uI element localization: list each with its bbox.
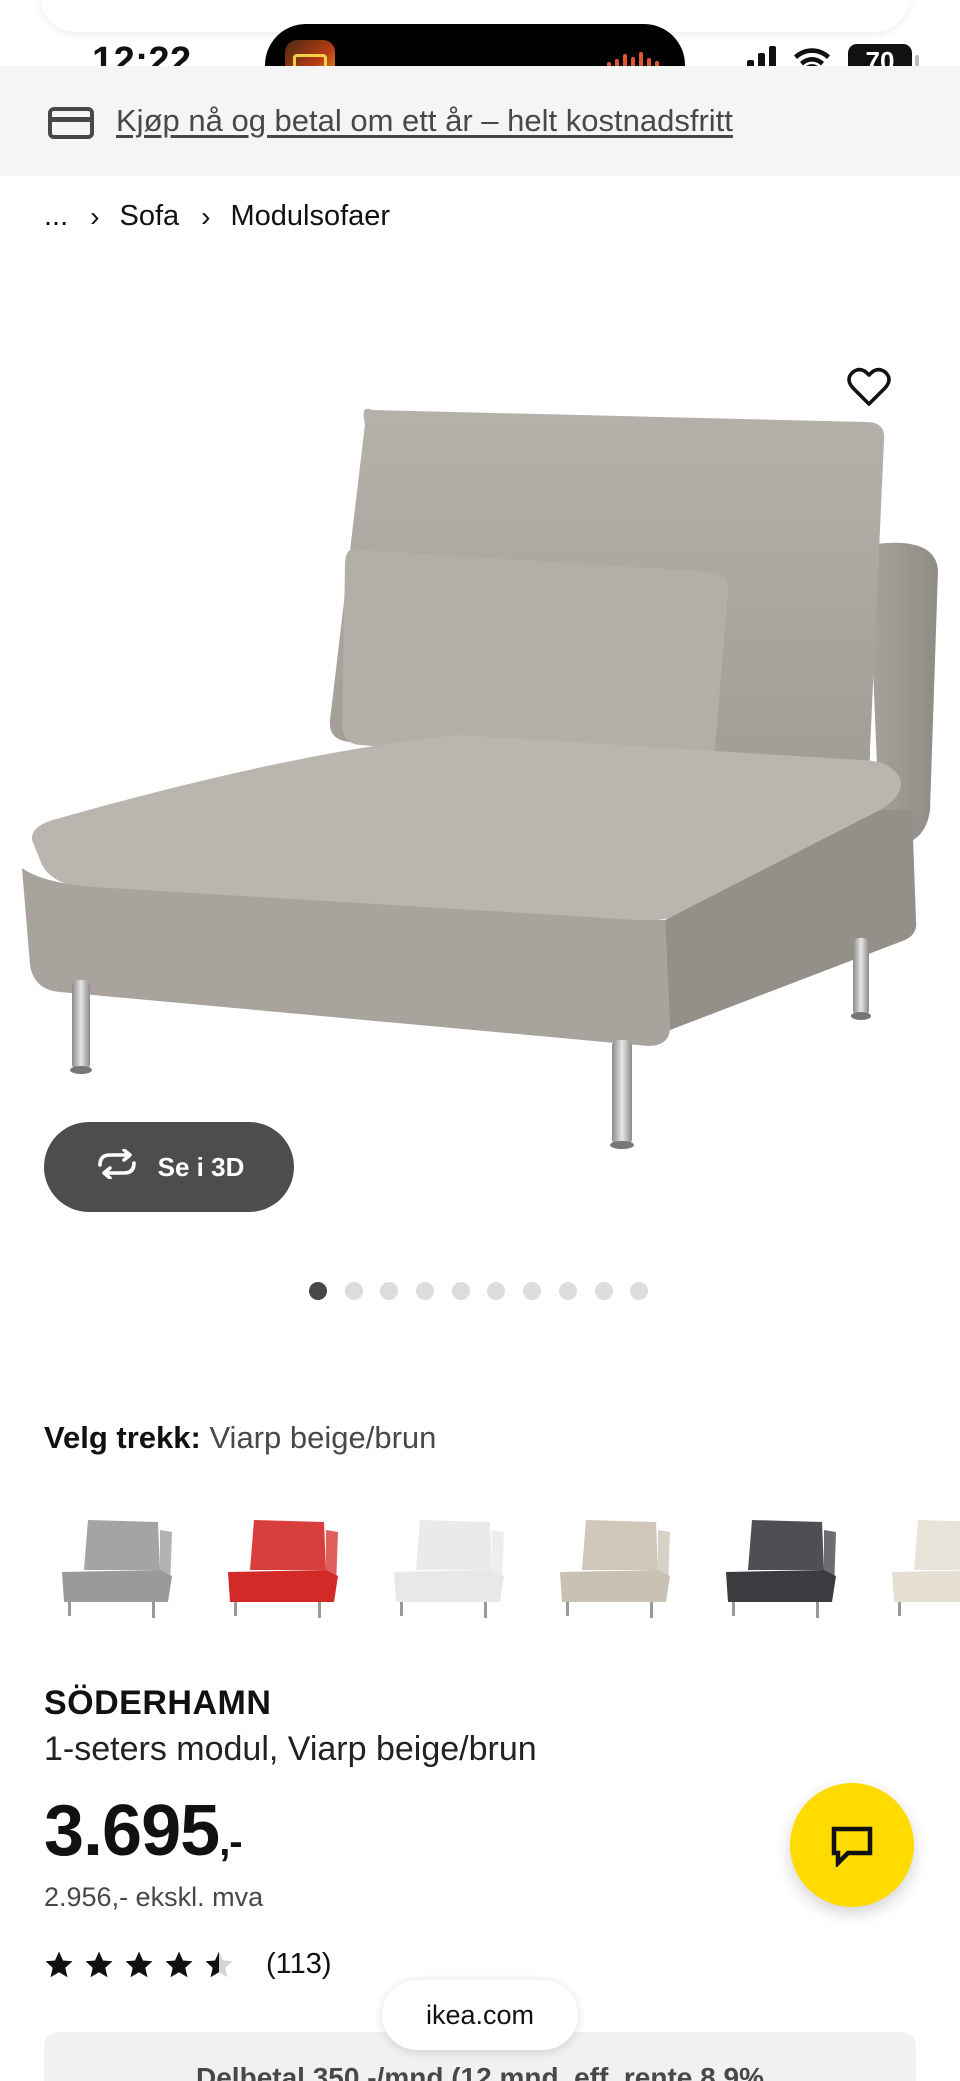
- rating-stars: [44, 1950, 234, 1980]
- status-bar: 12:22 70: [0, 0, 960, 106]
- rating[interactable]: (113): [44, 1948, 332, 1981]
- breadcrumb-ellipsis[interactable]: ...: [44, 200, 68, 233]
- product-name: SÖDERHAMN: [44, 1684, 272, 1722]
- rotate-3d-icon: [94, 1147, 140, 1186]
- breadcrumb: ... › Sofa › Modulsofaer: [44, 200, 390, 233]
- carousel-dot[interactable]: [309, 1282, 327, 1300]
- star-icon: [85, 1951, 113, 1977]
- variant-swatch[interactable]: [870, 1500, 960, 1630]
- carousel-dot[interactable]: [630, 1282, 649, 1300]
- variant-swatch[interactable]: [372, 1500, 518, 1630]
- variant-swatch[interactable]: [40, 1500, 186, 1630]
- star-icon: [125, 1951, 153, 1977]
- credit-card-icon: [48, 107, 94, 139]
- view-3d-button[interactable]: Se i 3D: [44, 1122, 294, 1212]
- chevron-right-icon: ›: [90, 200, 100, 232]
- view-3d-label: Se i 3D: [157, 1151, 245, 1182]
- browser-url-pill[interactable]: ikea.com: [382, 1980, 578, 2050]
- variant-swatch[interactable]: [704, 1500, 850, 1630]
- price-suffix: ,-: [219, 1820, 242, 1864]
- chevron-right-icon: ›: [201, 200, 211, 232]
- product-image[interactable]: [0, 340, 960, 1170]
- price-excl-vat: 2.956,- ekskl. mva: [44, 1882, 264, 1912]
- favorite-heart-icon[interactable]: [840, 358, 898, 416]
- variant-label: Velg trekk:: [44, 1420, 201, 1455]
- star-icon: [205, 1951, 233, 1977]
- variant-swatch[interactable]: [538, 1500, 684, 1630]
- breadcrumb-item-sofa[interactable]: Sofa: [120, 200, 180, 233]
- carousel-dot[interactable]: [380, 1282, 399, 1300]
- image-carousel-dots: [309, 1282, 649, 1300]
- price-value: 3.695: [44, 1791, 220, 1871]
- chat-bubble-icon: [831, 1826, 873, 1867]
- breadcrumb-item-modulsofaer[interactable]: Modulsofaer: [231, 200, 391, 233]
- star-icon: [45, 1951, 73, 1977]
- star-icon: [165, 1951, 193, 1977]
- promo-banner[interactable]: Kjøp nå og betal om ett år – helt kostna…: [0, 66, 960, 176]
- carousel-dot[interactable]: [344, 1282, 363, 1300]
- variant-swatch[interactable]: [206, 1500, 352, 1630]
- carousel-dot[interactable]: [416, 1282, 435, 1300]
- chat-button[interactable]: [790, 1783, 914, 1907]
- carousel-dot[interactable]: [558, 1282, 577, 1300]
- promo-link[interactable]: Kjøp nå og betal om ett år – helt kostna…: [116, 103, 733, 139]
- carousel-dot[interactable]: [451, 1282, 470, 1300]
- variant-heading: Velg trekk: Viarp beige/brun: [44, 1420, 436, 1456]
- variant-swatch-list: [40, 1500, 960, 1630]
- carousel-dot[interactable]: [523, 1282, 542, 1300]
- review-count[interactable]: (113): [266, 1948, 332, 1981]
- product-description: 1-seters modul, Viarp beige/brun: [44, 1730, 537, 1768]
- product-price: 3.695,-: [44, 1790, 243, 1872]
- variant-selected: Viarp beige/brun: [209, 1420, 437, 1455]
- carousel-dot[interactable]: [594, 1282, 613, 1300]
- carousel-dot[interactable]: [487, 1282, 506, 1300]
